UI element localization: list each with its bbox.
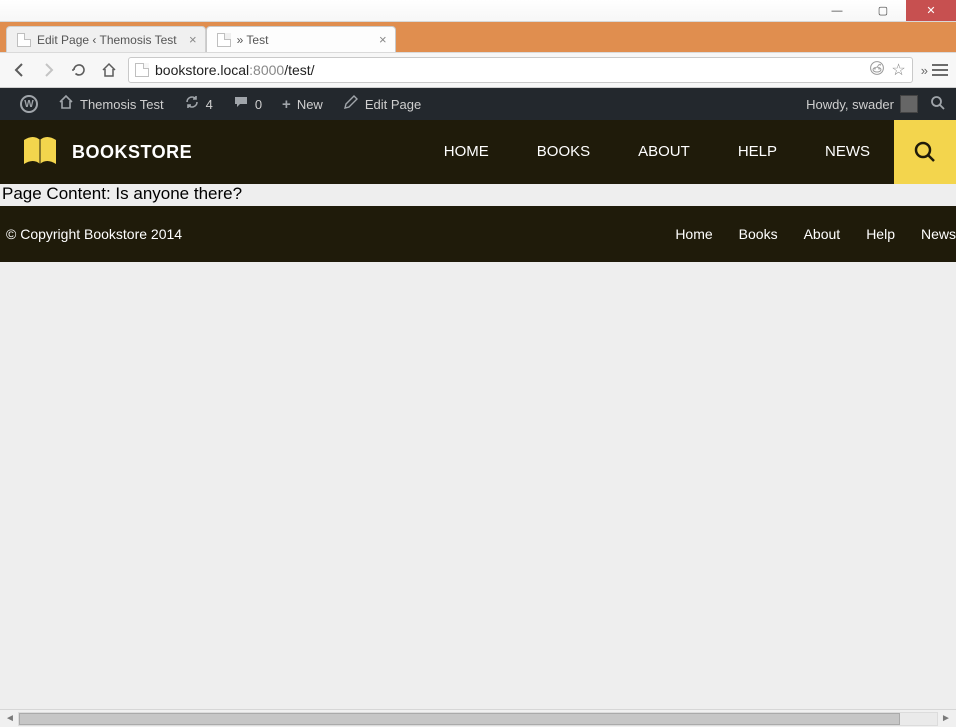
reload-button[interactable]: [68, 59, 90, 81]
footer-link-about[interactable]: About: [804, 226, 841, 242]
window-maximize-button[interactable]: ▢: [860, 0, 906, 21]
back-button[interactable]: [8, 59, 30, 81]
footer-link-news[interactable]: News: [921, 226, 956, 242]
comment-icon: [233, 94, 249, 114]
footer-nav: Home Books About Help News: [675, 226, 956, 242]
site-header: BOOKSTORE HOME BOOKS ABOUT HELP NEWS: [0, 120, 956, 184]
comments-menu[interactable]: 0: [223, 94, 272, 114]
browser-tab-strip: Edit Page ‹ Themosis Test × » Test ×: [0, 22, 956, 52]
nav-link-help[interactable]: HELP: [714, 120, 801, 184]
browser-tab[interactable]: Edit Page ‹ Themosis Test ×: [6, 26, 206, 52]
chevrons-icon[interactable]: »: [921, 63, 928, 78]
admin-search-icon[interactable]: [930, 95, 946, 114]
updates-count: 4: [206, 97, 213, 112]
reddit-icon[interactable]: [869, 60, 885, 80]
wordpress-logo-icon: W: [20, 95, 38, 113]
site-search-button[interactable]: [894, 120, 956, 184]
window-minimize-button[interactable]: —: [814, 0, 860, 21]
scroll-left-button[interactable]: ◄: [2, 712, 18, 726]
scroll-right-button[interactable]: ►: [938, 712, 954, 726]
user-avatar-icon: [900, 95, 918, 113]
scrollbar-thumb[interactable]: [19, 713, 900, 725]
horizontal-scrollbar[interactable]: ◄ ►: [0, 709, 956, 727]
page-icon: [17, 33, 31, 47]
nav-link-books[interactable]: BOOKS: [513, 120, 614, 184]
empty-page-area: [0, 262, 956, 709]
nav-link-about[interactable]: ABOUT: [614, 120, 714, 184]
home-button[interactable]: [98, 59, 120, 81]
new-label: New: [297, 97, 323, 112]
bookmark-star-icon[interactable]: ☆: [891, 60, 905, 80]
tab-title: » Test: [237, 33, 269, 47]
comments-count: 0: [255, 97, 262, 112]
update-icon: [184, 94, 200, 114]
hamburger-menu-icon[interactable]: [932, 64, 948, 76]
main-nav: HOME BOOKS ABOUT HELP NEWS: [420, 120, 894, 184]
window-close-button[interactable]: ✕: [906, 0, 956, 21]
page-icon: [217, 33, 231, 47]
page-icon: [135, 63, 149, 77]
tab-close-icon[interactable]: ×: [189, 32, 197, 47]
scrollbar-track[interactable]: [18, 712, 938, 726]
browser-tab-active[interactable]: » Test ×: [206, 26, 396, 52]
site-name-label: Themosis Test: [80, 97, 164, 112]
pencil-icon: [343, 94, 359, 114]
new-content-menu[interactable]: + New: [272, 96, 333, 113]
plus-icon: +: [282, 96, 291, 113]
footer-link-books[interactable]: Books: [739, 226, 778, 242]
wp-logo-menu[interactable]: W: [10, 95, 48, 113]
edit-page-link[interactable]: Edit Page: [333, 94, 431, 114]
nav-link-home[interactable]: HOME: [420, 120, 513, 184]
wp-admin-bar: W Themosis Test 4 0 +: [0, 88, 956, 120]
howdy-text: Howdy, swader: [806, 97, 894, 112]
tab-close-icon[interactable]: ×: [379, 32, 387, 47]
home-icon: [58, 94, 74, 114]
site-footer: © Copyright Bookstore 2014 Home Books Ab…: [0, 206, 956, 262]
copyright-text: © Copyright Bookstore 2014: [6, 226, 182, 242]
page-content: Page Content: Is anyone there?: [0, 184, 956, 206]
footer-link-help[interactable]: Help: [866, 226, 895, 242]
search-icon: [911, 138, 939, 166]
address-bar[interactable]: bookstore.local:8000/test/ ☆: [128, 57, 913, 83]
footer-link-home[interactable]: Home: [675, 226, 712, 242]
nav-link-news[interactable]: NEWS: [801, 120, 894, 184]
browser-toolbar: bookstore.local:8000/test/ ☆ »: [0, 52, 956, 88]
edit-page-label: Edit Page: [365, 97, 421, 112]
url-text: bookstore.local:8000/test/: [155, 62, 869, 78]
forward-button[interactable]: [38, 59, 60, 81]
tab-title: Edit Page ‹ Themosis Test: [37, 33, 177, 47]
updates-menu[interactable]: 4: [174, 94, 223, 114]
book-icon: [20, 132, 60, 172]
my-account-menu[interactable]: Howdy, swader: [806, 95, 918, 113]
brand-text: BOOKSTORE: [72, 142, 192, 163]
window-titlebar: — ▢ ✕: [0, 0, 956, 22]
site-logo[interactable]: BOOKSTORE: [20, 132, 192, 172]
site-name-menu[interactable]: Themosis Test: [48, 94, 174, 114]
